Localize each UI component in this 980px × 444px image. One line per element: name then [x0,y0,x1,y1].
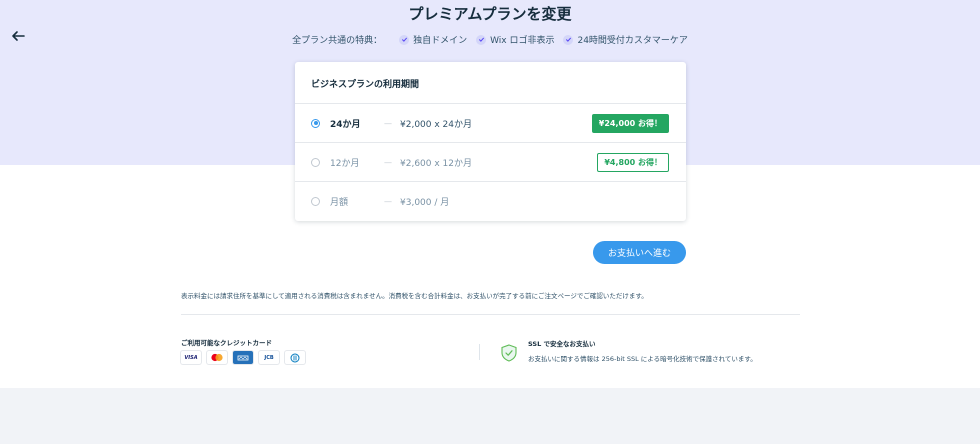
check-icon [563,34,574,45]
divider [181,314,800,315]
savings-badge: ¥24,000 お得！ [591,113,669,133]
accepted-cards-title: ご利用可能なクレジットカード [181,339,272,347]
option-term: 24か月 [330,119,361,130]
jcb-icon: JCB [259,351,279,364]
perk-item: 24時間受付カスタマーケア [563,33,688,46]
ssl-description: お支払いに関する情報は 256-bit SSL による暗号化技術で保護されていま… [528,355,757,363]
option-dash: — [384,197,392,206]
plan-period-card: ビジネスプランの利用期間 24か月 — ¥2,000 x 24か月 ¥24,00… [295,62,686,221]
radio-button[interactable] [311,197,320,206]
option-price: ¥2,000 x 24か月 [400,119,472,130]
option-term: 12か月 [330,158,360,169]
tax-note: 表示料金には請求住所を基準にして適用される消費税は含まれません。消費税を含む合計… [181,292,648,300]
perk-item: Wix ロゴ非表示 [476,33,554,46]
check-icon [399,34,410,45]
perks-list: 全プラン共通の特典： 独自ドメイン Wix ロゴ非表示 24時間受付カスタマーケ… [0,33,980,46]
credit-card-logos: VISA JCB [181,351,311,364]
visa-icon: VISA [181,351,201,364]
check-icon [476,34,487,45]
perks-lead: 全プラン共通の特典： [292,36,383,46]
plan-option-12-months[interactable]: 12か月 — ¥2,600 x 12か月 ¥4,800 お得！ [295,143,686,182]
proceed-to-payment-button[interactable]: お支払いへ進む [593,241,686,264]
perk-label: 独自ドメイン [413,36,468,46]
amex-icon [233,351,253,364]
option-price: ¥3,000 / 月 [400,198,450,208]
visa-label: VISA [184,354,198,361]
card-title: ビジネスプランの利用期間 [295,62,686,104]
diners-club-icon [285,351,305,364]
radio-button[interactable] [311,118,320,128]
perk-label: Wix ロゴ非表示 [490,36,555,46]
page-title: プレミアムプランを変更 [408,5,572,23]
option-term: 月額 [330,198,349,208]
plan-option-24-months[interactable]: 24か月 — ¥2,000 x 24か月 ¥24,000 お得！ [295,104,686,143]
radio-button[interactable] [311,157,320,167]
mastercard-icon [207,351,227,364]
jcb-label: JCB [264,354,274,361]
perk-label: 24時間受付カスタマーケア [577,36,688,46]
divider [479,344,480,360]
option-dash: — [384,157,392,167]
plan-option-monthly[interactable]: 月額 — ¥3,000 / 月 [295,182,686,221]
shield-check-icon [501,344,517,362]
perk-item: 独自ドメイン [399,33,467,46]
option-price: ¥2,600 x 12か月 [400,158,472,169]
savings-badge: ¥4,800 お得！ [597,152,669,172]
option-dash: — [384,118,392,128]
ssl-title: SSL で安全なお支払い [528,340,596,348]
